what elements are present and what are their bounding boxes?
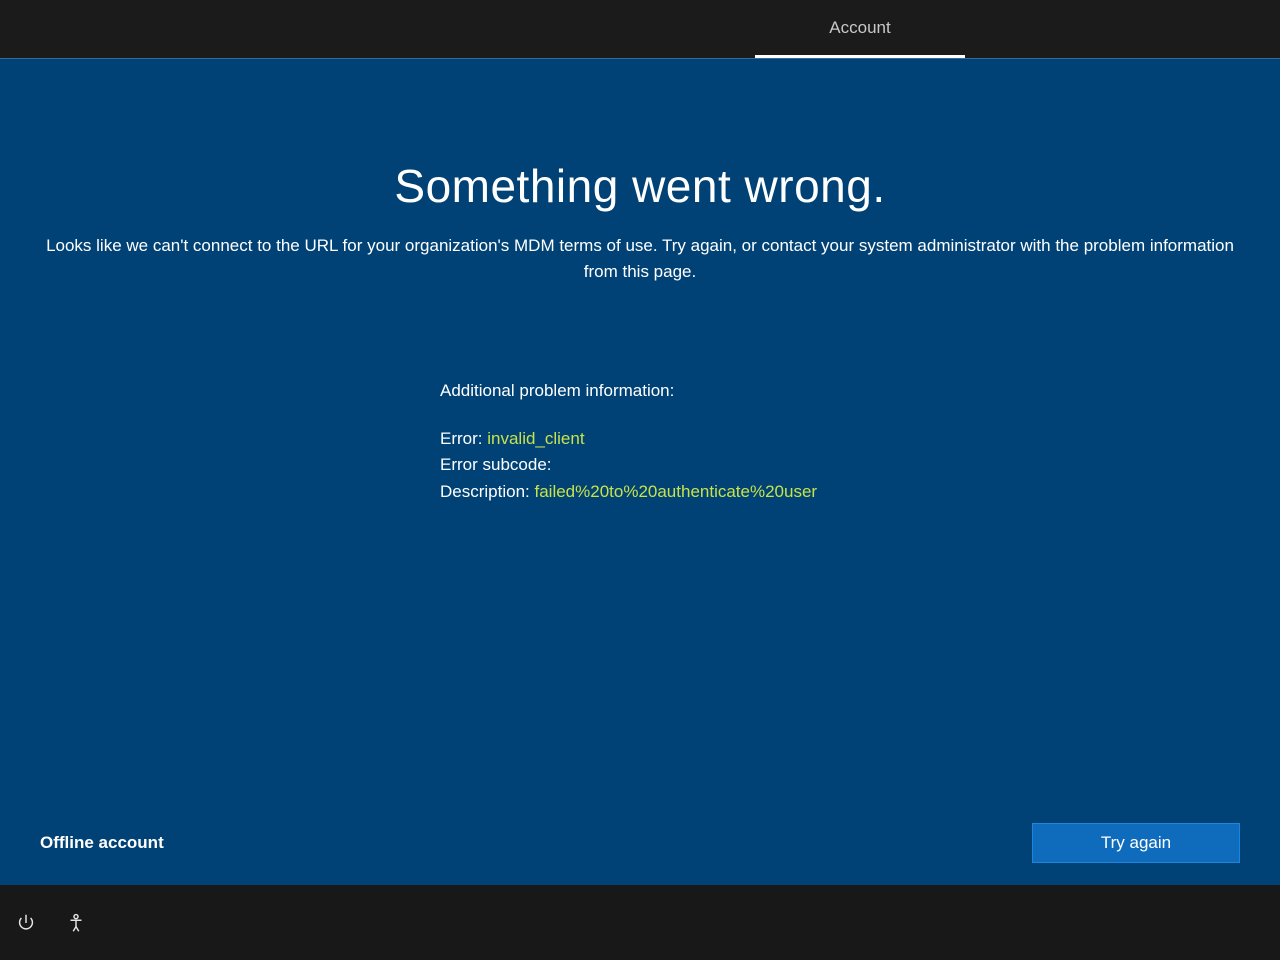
subcode-label: Error subcode: <box>440 455 552 474</box>
taskbar <box>0 885 1280 960</box>
ease-of-access-icon[interactable] <box>65 912 87 934</box>
oobe-root: Account Something went wrong. Looks like… <box>0 0 1280 960</box>
error-label: Error: <box>440 429 487 448</box>
description-label: Description: <box>440 482 534 501</box>
power-icon[interactable] <box>15 912 37 934</box>
tab-bar: Account <box>0 0 1280 58</box>
tab-account[interactable]: Account <box>755 0 965 58</box>
description-value: failed%20to%20authenticate%20user <box>534 482 817 501</box>
action-row: Offline account Try again <box>40 823 1240 863</box>
description-line: Description: failed%20to%20authenticate%… <box>440 479 1240 505</box>
offline-account-link[interactable]: Offline account <box>40 833 164 853</box>
error-details: Additional problem information: Error: i… <box>440 378 1240 505</box>
error-line: Error: invalid_client <box>440 426 1240 452</box>
try-again-button[interactable]: Try again <box>1032 823 1240 863</box>
main-panel: Something went wrong. Looks like we can'… <box>0 58 1280 885</box>
error-value: invalid_client <box>487 429 584 448</box>
error-title: Something went wrong. <box>40 159 1240 213</box>
subcode-line: Error subcode: <box>440 452 1240 478</box>
error-subtitle: Looks like we can't connect to the URL f… <box>40 233 1240 286</box>
info-heading: Additional problem information: <box>440 378 1240 404</box>
